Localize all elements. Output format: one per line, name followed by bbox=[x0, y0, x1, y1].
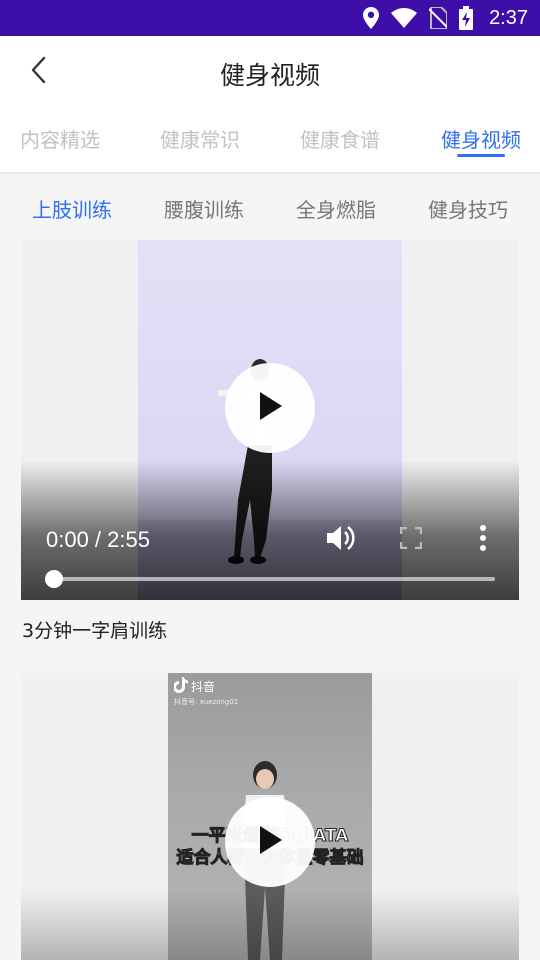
page-title: 健身视频 bbox=[219, 61, 320, 90]
volume-button[interactable] bbox=[322, 522, 358, 558]
play-button[interactable] bbox=[225, 363, 315, 453]
fullscreen-icon bbox=[399, 526, 423, 553]
subtab-fitness-tips[interactable]: 健身技巧 bbox=[408, 194, 528, 223]
tab-content-selection[interactable]: 内容精选 bbox=[0, 124, 120, 153]
more-options-button[interactable] bbox=[465, 522, 501, 558]
status-bar: 2:37 bbox=[0, 0, 540, 36]
tab-health-knowledge[interactable]: 健康常识 bbox=[140, 124, 260, 153]
no-sim-icon bbox=[429, 7, 448, 29]
active-tab-indicator bbox=[457, 154, 505, 157]
play-icon bbox=[257, 391, 283, 425]
battery-charging-icon bbox=[459, 6, 474, 30]
subtab-upper-body[interactable]: 上肢训练 bbox=[12, 194, 132, 223]
controls-shade-2 bbox=[21, 890, 519, 960]
subtab-fat-burn[interactable]: 全身燃脂 bbox=[276, 194, 396, 223]
more-vertical-icon bbox=[479, 525, 487, 555]
progress-bar[interactable] bbox=[53, 577, 495, 581]
fullscreen-button[interactable] bbox=[393, 522, 429, 558]
video-caption[interactable]: 3分钟一字肩训练 bbox=[22, 616, 167, 643]
video-player-2[interactable]: 抖音 抖音号: xuezong01 一平米燃脂TABATA 适合人群：大体重零基… bbox=[21, 673, 519, 960]
app-bar: 健身视频 bbox=[0, 36, 540, 110]
play-button-2[interactable] bbox=[225, 797, 315, 887]
volume-icon bbox=[325, 524, 355, 556]
video-time: 0:00 / 2:55 bbox=[46, 527, 150, 552]
sub-tab-bar: 上肢训练 腰腹训练 全身燃脂 健身技巧 bbox=[0, 180, 540, 234]
status-time: 2:37 bbox=[489, 6, 528, 29]
video-player[interactable]: 0:00 / 2:55 bbox=[21, 240, 519, 600]
play-icon bbox=[257, 825, 283, 859]
tab-fitness-videos[interactable]: 健身视频 bbox=[421, 124, 540, 153]
tab-health-recipes[interactable]: 健康食谱 bbox=[280, 124, 400, 153]
main-tab-bar: 内容精选 健康常识 健康食谱 健身视频 bbox=[0, 110, 540, 172]
progress-thumb[interactable] bbox=[45, 570, 63, 588]
location-icon bbox=[363, 7, 380, 29]
wifi-icon bbox=[391, 8, 418, 28]
subtab-core[interactable]: 腰腹训练 bbox=[144, 194, 264, 223]
